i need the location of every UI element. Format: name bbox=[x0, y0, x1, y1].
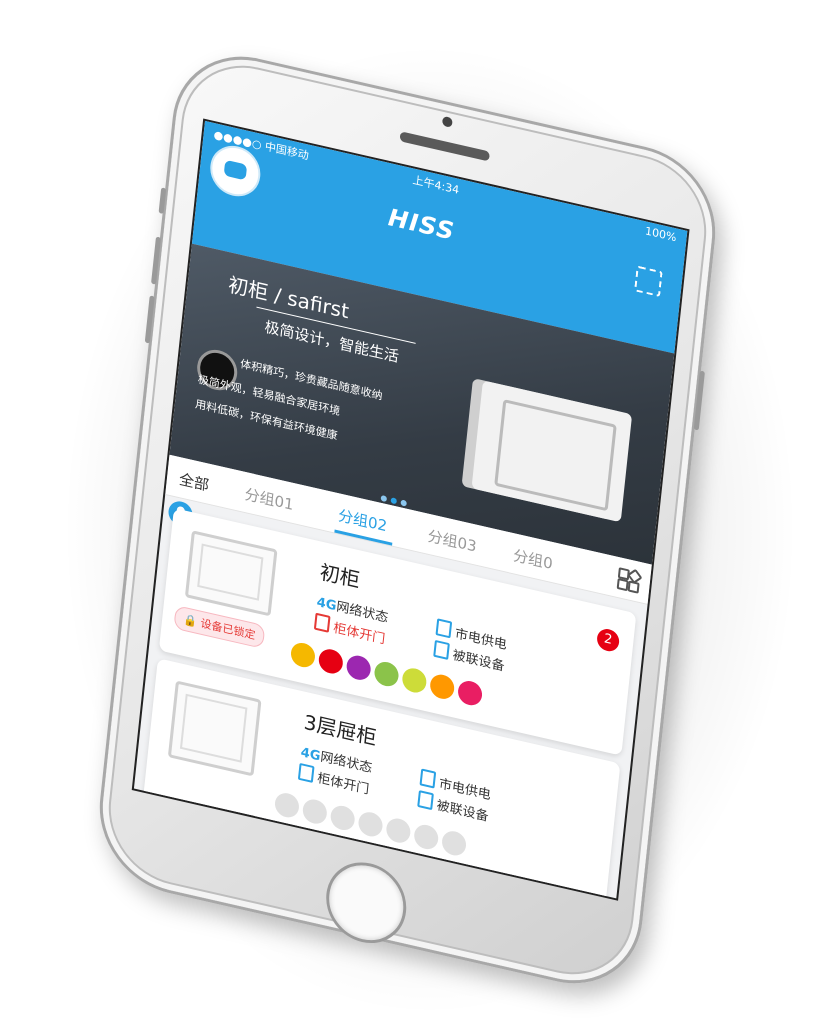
status-dot-icon[interactable] bbox=[456, 678, 484, 708]
linked-label: 被联设备 bbox=[435, 798, 490, 825]
scan-icon[interactable] bbox=[634, 265, 663, 297]
tab-all[interactable]: 全部 bbox=[178, 468, 210, 495]
device-name: 初柜 bbox=[318, 559, 362, 593]
status-dot-icon[interactable] bbox=[413, 822, 440, 852]
device-image bbox=[184, 530, 278, 617]
clock-text: 上午4:34 bbox=[411, 173, 460, 197]
battery-text: 100% bbox=[644, 224, 678, 245]
door-label: 柜体开门 bbox=[316, 771, 370, 798]
door-icon bbox=[313, 612, 331, 633]
device-image bbox=[167, 680, 262, 777]
robot-avatar-icon bbox=[223, 159, 248, 181]
tab-group-03[interactable]: 分组03 bbox=[427, 525, 478, 557]
page-dot bbox=[400, 499, 407, 507]
lock-label: 设备已锁定 bbox=[199, 616, 257, 643]
safe-illustration bbox=[471, 380, 633, 523]
plug-icon bbox=[419, 768, 437, 789]
status-dot-icon[interactable] bbox=[317, 646, 345, 676]
phone-mockup: ●●●●○ 中国移动 上午4:34 100% HISS 初柜 / safirst… bbox=[92, 41, 723, 999]
status-dot-icon[interactable] bbox=[273, 790, 301, 820]
status-dot-icon[interactable] bbox=[357, 809, 384, 839]
status-dot-icon[interactable] bbox=[385, 816, 412, 846]
tab-group-04[interactable]: 分组0 bbox=[512, 544, 554, 574]
status-dot-icon[interactable] bbox=[401, 665, 428, 695]
network-tag: 4G bbox=[315, 595, 338, 615]
page-dot-active bbox=[390, 497, 398, 505]
link-icon bbox=[417, 790, 434, 811]
tab-group-01[interactable]: 分组01 bbox=[244, 483, 295, 515]
network-tag: 4G bbox=[299, 745, 322, 765]
plug-icon bbox=[435, 618, 453, 639]
status-dot-icon[interactable] bbox=[289, 640, 317, 670]
door-label: 柜体开门 bbox=[332, 620, 386, 648]
status-dot-icon[interactable] bbox=[345, 653, 372, 683]
status-dot-icon[interactable] bbox=[440, 828, 468, 858]
banner-title: 初柜 / safirst bbox=[227, 272, 351, 324]
linked-label: 被联设备 bbox=[451, 648, 506, 675]
door-icon bbox=[297, 762, 315, 783]
status-dot-icon[interactable] bbox=[429, 672, 456, 702]
app-screen: ●●●●○ 中国移动 上午4:34 100% HISS 初柜 / safirst… bbox=[131, 118, 690, 901]
notification-badge: 2 bbox=[596, 626, 621, 654]
grid-icon[interactable] bbox=[616, 567, 643, 594]
page-dot bbox=[380, 494, 388, 503]
link-icon bbox=[433, 639, 450, 660]
status-dot-icon[interactable] bbox=[329, 803, 356, 833]
status-dot-icon[interactable] bbox=[373, 659, 400, 689]
app-logo: HISS bbox=[386, 203, 457, 246]
status-dot-icon[interactable] bbox=[301, 797, 329, 827]
